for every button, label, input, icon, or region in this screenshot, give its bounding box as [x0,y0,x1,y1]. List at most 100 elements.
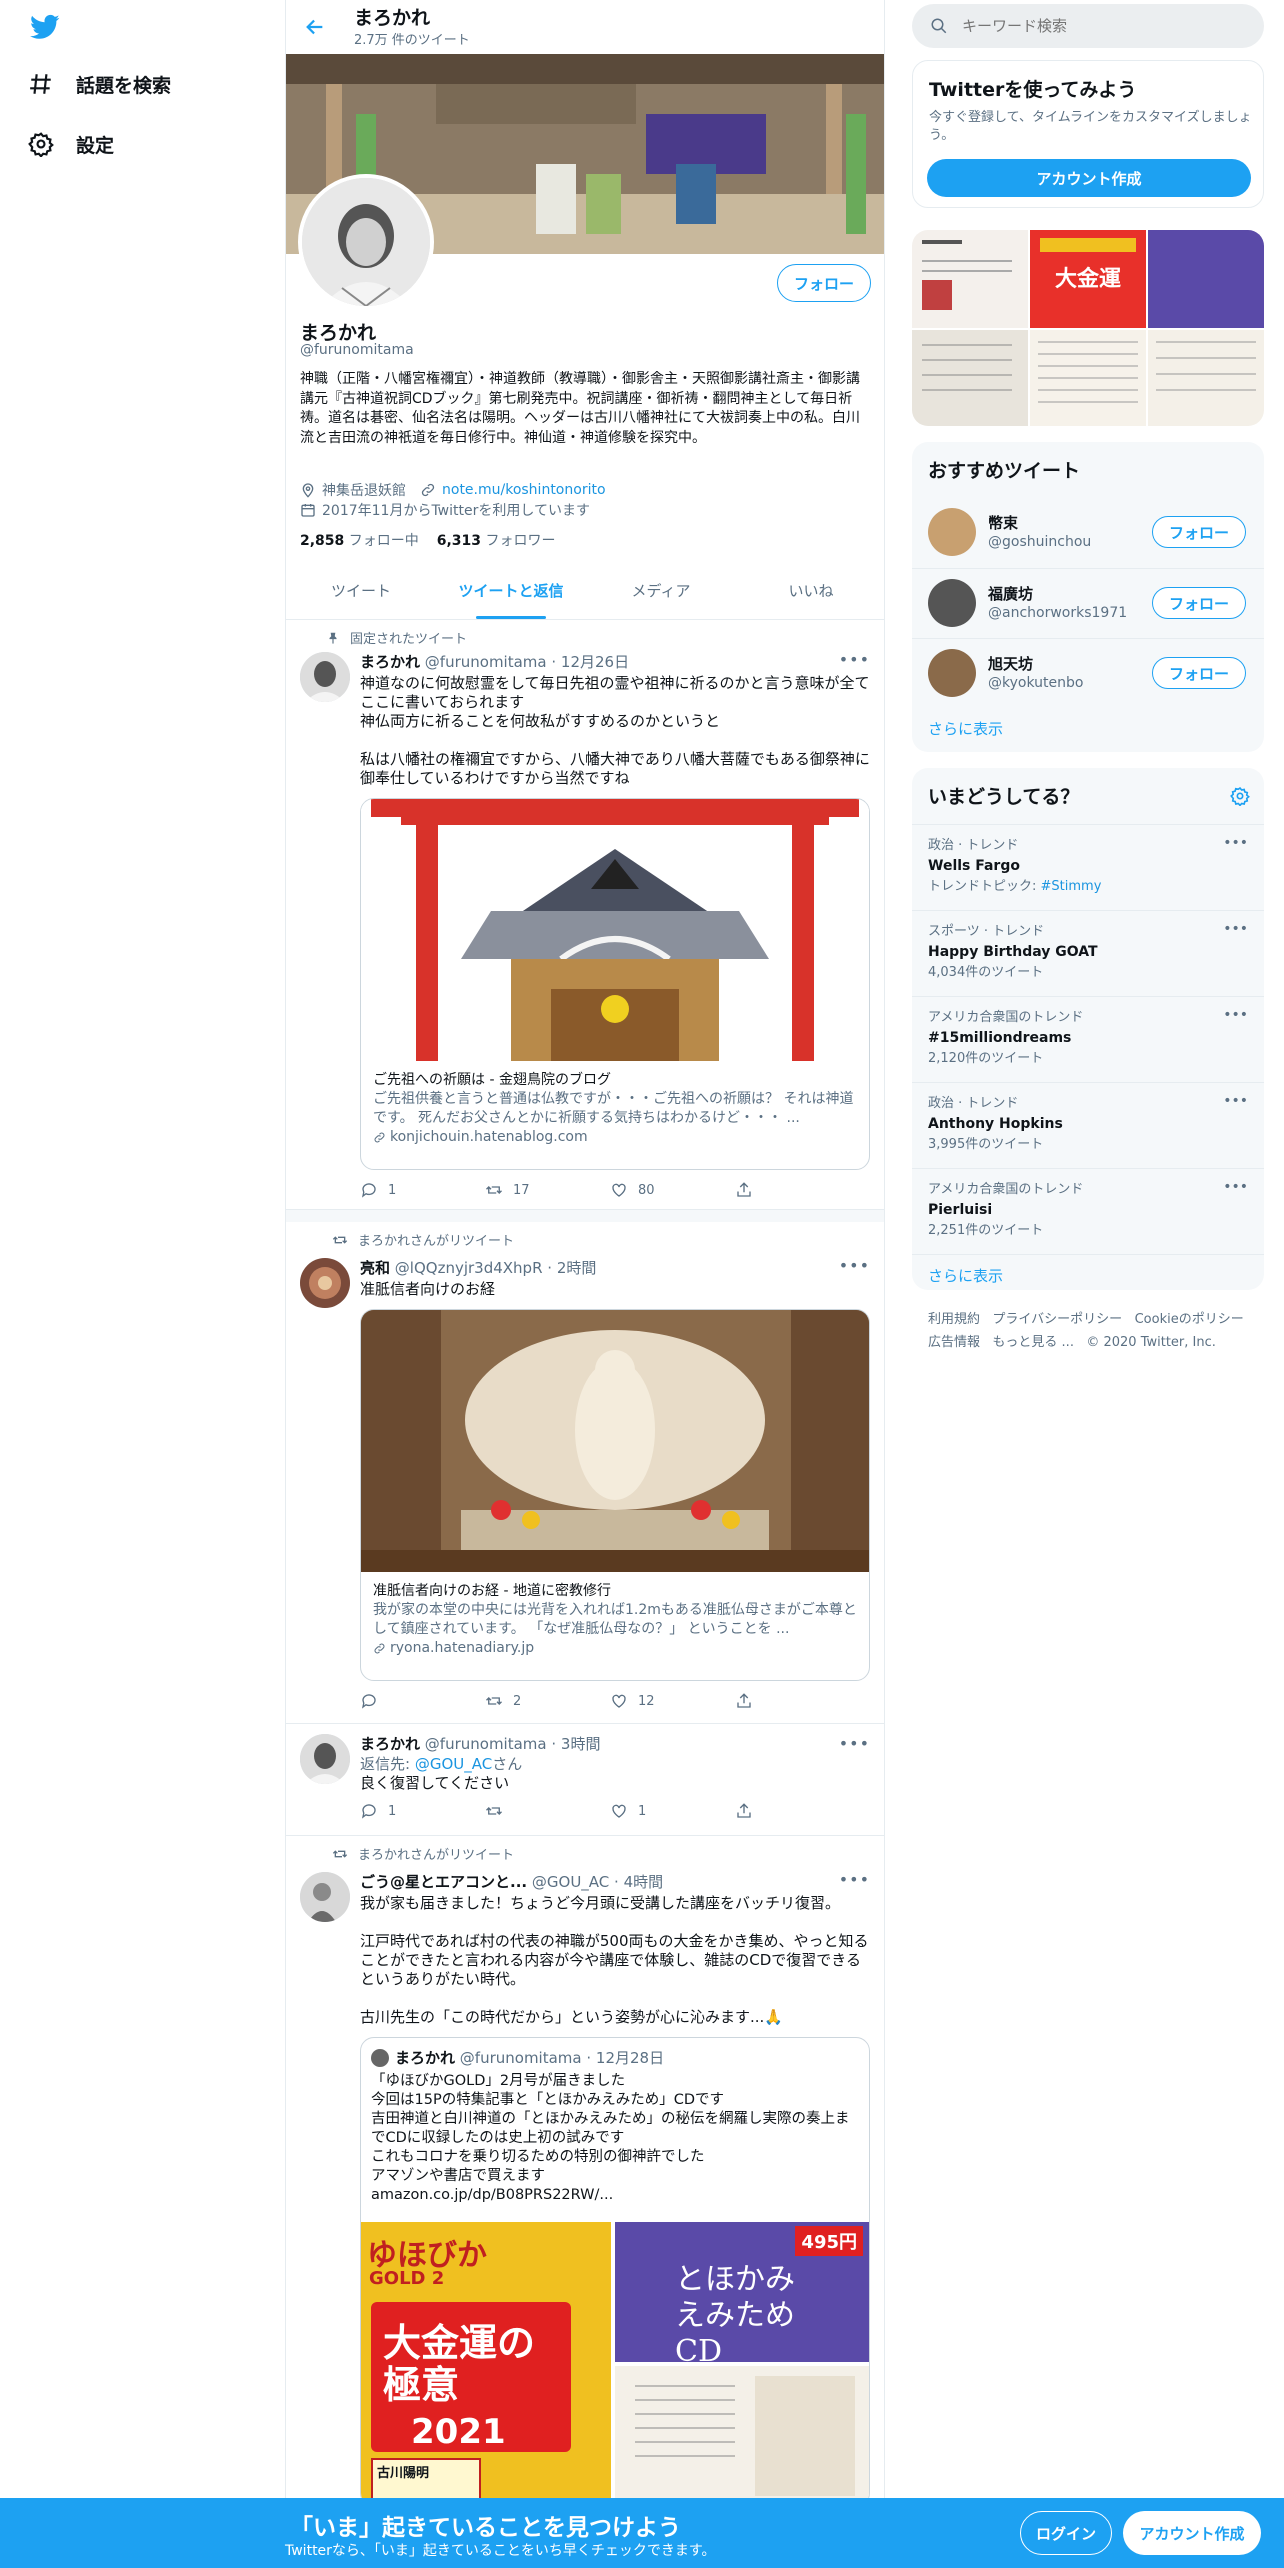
tweet-retweeted-quote[interactable]: まろかれさんがリツイート ごう@星とエアコンと... @GOU_AC · 4時間… [286,1836,884,2568]
tweet-author-handle[interactable]: @lQQznyjr3d4XhpR [395,1259,543,1277]
quoted-media[interactable]: ゆほびか GOLD 2 大金運の極意 2021 古川陽明 495円 とほかみ え… [361,2222,869,2506]
tweet-time[interactable]: 2時間 [557,1259,597,1277]
tweet-author-name[interactable]: 亮和 [360,1259,390,1277]
tweet-author-name[interactable]: まろかれ [360,653,420,671]
footer-more-link[interactable]: もっと見る ... [992,1335,1074,1350]
reply-button[interactable] [360,1692,485,1710]
following-link[interactable]: 2,858 フォロー中 [300,530,419,550]
media-thumb[interactable] [1148,230,1264,328]
tweet-time[interactable]: 4時間 [624,1873,664,1891]
retweet-count: 2 [513,1693,522,1709]
follow-button[interactable]: フォロー [1152,657,1246,689]
tweet-time[interactable]: 12月26日 [561,653,629,671]
media-grid[interactable]: 大金運 [912,230,1264,426]
tweet-author-handle[interactable]: @furunomitama [425,653,547,671]
retweet-icon [332,1849,348,1858]
retweeted-by-label: まろかれさんがリツイート [358,1848,515,1863]
quoted-tweet[interactable]: まろかれ @furunomitama · 12月28日 「ゆほびかGOLD」2月… [360,2037,870,2507]
media-thumb[interactable] [912,230,1028,328]
link-card[interactable]: 准胝信者向けのお経 - 地道に密教修行 我が家の本堂の中央には光背を入れれば1.… [360,1309,870,1681]
recommended-user[interactable]: 幣束 @goshuinchou フォロー [912,498,1264,568]
trend-item[interactable]: アメリカ合衆国のトレンド Pierluisi 2,251件のツイート ••• [912,1168,1264,1254]
like-button[interactable]: 12 [610,1692,735,1710]
like-button[interactable]: 80 [610,1181,735,1199]
media-thumb[interactable]: 大金運 [1030,230,1146,328]
tweet-time[interactable]: 3時間 [561,1735,601,1753]
tweet-author-name[interactable]: まろかれ [360,1735,420,1753]
recommended-user[interactable]: 福廣坊 @anchorworks1971 フォロー [912,568,1264,638]
reply-to-link[interactable]: @GOU_AC [415,1755,492,1773]
trend-item[interactable]: 政治 · トレンド Wells Fargo トレンドトピック: #Stimmy … [912,824,1264,910]
footer-cookie-link[interactable]: Cookieのポリシー [1135,1312,1244,1327]
tweet-author-handle[interactable]: @furunomitama [425,1735,547,1753]
share-button[interactable] [735,1181,860,1199]
tweet-reply[interactable]: まろかれ @furunomitama · 3時間 返信先: @GOU_ACさん … [286,1724,884,1836]
gear-icon[interactable] [1230,786,1250,806]
trend-topic-link[interactable]: #Stimmy [1041,879,1102,894]
signup-button[interactable]: アカウント作成 [927,159,1251,197]
like-button[interactable]: 1 [610,1802,735,1820]
profile-follow-button[interactable]: フォロー [777,264,871,302]
follow-button[interactable]: フォロー [1152,516,1246,548]
tweet-avatar[interactable] [300,1734,350,1784]
tweet-author-handle[interactable]: @GOU_AC [532,1873,609,1891]
share-button[interactable] [735,1692,860,1710]
trend-item[interactable]: スポーツ · トレンド Happy Birthday GOAT 4,034件のツ… [912,910,1264,996]
retweet-button[interactable]: 17 [485,1181,610,1199]
nav-explore[interactable]: 話題を検索 [0,54,171,114]
trend-item[interactable]: 政治 · トレンド Anthony Hopkins 3,995件のツイート ••… [912,1082,1264,1168]
more-icon[interactable]: ••• [1223,835,1248,851]
tweet-avatar[interactable] [300,1258,350,1308]
login-button[interactable]: ログイン [1020,2511,1112,2555]
footer-terms-link[interactable]: 利用規約 [928,1312,980,1327]
search-box[interactable] [912,4,1264,48]
tab-tweets-and-replies[interactable]: ツイートと返信 [436,562,586,619]
share-button[interactable] [735,1802,860,1820]
user-name: 旭天坊 [988,655,1034,673]
reply-button[interactable]: 1 [360,1181,485,1199]
media-thumb[interactable] [912,330,1028,426]
nav-settings[interactable]: 設定 [0,114,114,174]
tab-tweets[interactable]: ツイート [286,562,436,619]
tab-likes[interactable]: いいね [736,562,884,619]
reply-icon [361,1804,376,1819]
more-icon[interactable]: ••• [1223,1093,1248,1109]
recommended-show-more[interactable]: さらに表示 [928,718,1003,739]
profile-avatar[interactable] [298,174,434,310]
search-input[interactable] [962,17,1242,35]
recommended-user[interactable]: 旭天坊 @kyokutenbo フォロー [912,638,1264,708]
more-icon[interactable]: ••• [839,1870,870,1889]
bottom-signup-button[interactable]: アカウント作成 [1123,2511,1261,2555]
media-thumb[interactable] [1148,330,1264,426]
trend-item[interactable]: アメリカ合衆国のトレンド #15milliondreams 2,120件のツイー… [912,996,1264,1082]
more-icon[interactable]: ••• [1223,1179,1248,1195]
more-icon[interactable]: ••• [1223,921,1248,937]
link-card[interactable]: ご先祖への祈願は - 金翅鳥院のブログ ご先祖供養と言うと普通は仏教ですが・・・… [360,798,870,1170]
footer-privacy-link[interactable]: プライバシーポリシー [992,1312,1122,1327]
followers-link[interactable]: 6,313 フォロワー [437,530,556,550]
tweet-pinned[interactable]: 固定されたツイート まろかれ @furunomitama · 12月26日 神道… [286,620,884,1210]
media-thumb[interactable] [1030,330,1146,426]
tweet-retweeted[interactable]: まろかれさんがリツイート 亮和 @lQQznyjr3d4XhpR · 2時間 准… [286,1222,884,1724]
tweet-avatar[interactable] [300,652,350,702]
tweet-author-name[interactable]: ごう@星とエアコンと... [360,1873,527,1891]
tab-media[interactable]: メディア [586,562,736,619]
tweet-avatar[interactable] [300,1872,350,1922]
more-icon[interactable]: ••• [1223,1007,1248,1023]
follow-button[interactable]: フォロー [1152,587,1246,619]
retweet-button[interactable] [485,1802,610,1820]
more-icon[interactable]: ••• [839,650,870,669]
twitter-logo-icon[interactable] [28,12,62,42]
recommended-panel: おすすめツイート 幣束 @goshuinchou フォロー 福廣坊 @ancho… [912,442,1264,752]
reply-button[interactable]: 1 [360,1802,485,1820]
cd-title: とほかみ えみため CD [675,2262,795,2369]
profile-tabs: ツイート ツイートと返信 メディア いいね [286,562,884,620]
trend-name: Anthony Hopkins [928,1116,1063,1132]
more-icon[interactable]: ••• [839,1256,870,1275]
profile-url-link[interactable]: note.mu/koshintonorito [442,482,606,498]
footer-ads-link[interactable]: 広告情報 [928,1335,980,1350]
trends-show-more[interactable]: さらに表示 [912,1254,1264,1290]
back-arrow-icon[interactable] [304,16,326,38]
retweet-button[interactable]: 2 [485,1692,610,1710]
more-icon[interactable]: ••• [839,1734,870,1753]
